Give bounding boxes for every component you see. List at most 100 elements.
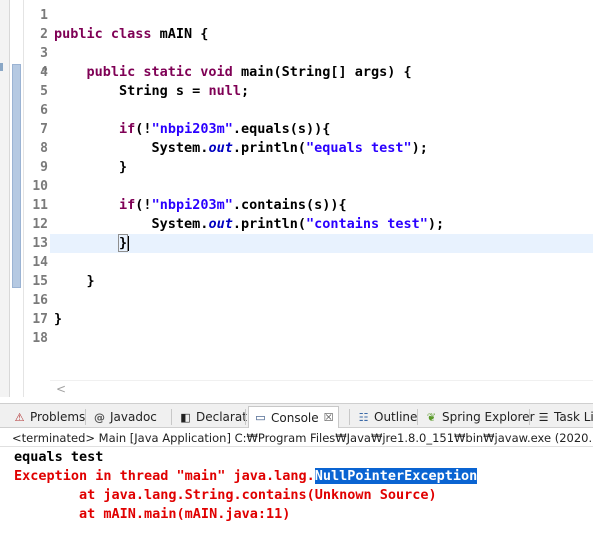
tab-label: Console xyxy=(271,410,319,425)
task-list-icon: ☰ xyxy=(538,410,549,424)
code-line[interactable]: } xyxy=(50,158,593,177)
tab-separator xyxy=(417,409,418,425)
line-number: 13 xyxy=(32,236,48,251)
line-number: 7 xyxy=(40,122,48,137)
code-line[interactable]: if(!"nbpi203m".equals(s)){ xyxy=(50,120,593,139)
code-token: public class xyxy=(54,26,160,42)
close-tab-icon[interactable]: ☒ xyxy=(324,411,334,424)
outline-icon: ☷ xyxy=(358,410,369,424)
line-number-gutter: 1 2 3 4 5 6 7 8 9 10 11 12 13 14 15 16 17 18 xyxy=(24,0,50,380)
code-token: } xyxy=(54,273,95,289)
console-icon: ▭ xyxy=(255,411,266,424)
line-number: 8 xyxy=(40,141,48,156)
tab-separator xyxy=(85,409,86,425)
console-status-header: <terminated> Main [Java Application] C:₩… xyxy=(0,429,593,447)
code-text-area[interactable]: public class mAIN { public static void m… xyxy=(50,0,593,380)
code-token: System. xyxy=(54,140,209,156)
code-token: if xyxy=(119,121,136,137)
problems-icon: ⚠ xyxy=(14,410,25,424)
code-token: main(String[] args) { xyxy=(240,64,412,80)
console-stdout-line: equals test xyxy=(14,449,104,465)
line-number: 10 xyxy=(32,179,48,194)
code-token: .println( xyxy=(232,216,306,232)
code-line[interactable]: } xyxy=(50,310,593,329)
tab-label: Outline xyxy=(374,410,418,424)
tab-outline[interactable]: ☷ Outline xyxy=(352,406,421,428)
current-code-line[interactable]: } xyxy=(50,234,593,253)
code-line[interactable] xyxy=(50,101,593,120)
code-line[interactable] xyxy=(50,329,593,348)
code-token: ); xyxy=(427,216,445,232)
stack-trace-line[interactable]: at java.lang.String.contains(Unknown Sou… xyxy=(14,486,437,505)
javadoc-icon: @ xyxy=(94,410,105,424)
code-token: "nbpi203m" xyxy=(151,197,233,213)
code-token: out xyxy=(208,140,233,156)
code-token: ; xyxy=(240,83,250,99)
tab-problems[interactable]: ⚠ Problems xyxy=(8,406,89,428)
scroll-left-arrow-icon[interactable]: < xyxy=(56,381,66,397)
line-number: 5 xyxy=(40,84,48,99)
code-line[interactable]: } xyxy=(50,272,593,291)
stack-trace-line[interactable]: at mAIN.main(mAIN.java:11) xyxy=(14,505,290,524)
exception-prefix: Exception in thread "main" java.lang. xyxy=(14,468,315,484)
code-token: } xyxy=(54,159,128,175)
tab-console[interactable]: ▭ Console ☒ xyxy=(248,406,339,428)
exception-type-selection[interactable]: NullPointerException xyxy=(314,468,478,484)
tab-task-lis[interactable]: ☰ Task Lis xyxy=(532,406,593,428)
fold-toggle-icon[interactable]: ⊖ xyxy=(42,66,47,75)
code-line[interactable]: if(!"nbpi203m".contains(s)){ xyxy=(50,196,593,215)
code-editor[interactable]: 1 2 3 4 5 6 7 8 9 10 11 12 13 14 15 16 17 18 ⊖ public cla… xyxy=(0,0,593,397)
console-exception-line: Exception in thread "main" java.lang.Nul… xyxy=(14,467,478,486)
code-line[interactable] xyxy=(50,6,593,25)
code-token: "equals test" xyxy=(305,140,412,156)
line-number: 3 xyxy=(40,46,48,61)
tab-javadoc[interactable]: @ Javadoc xyxy=(88,406,161,428)
code-token: .equals(s)){ xyxy=(232,121,331,137)
code-token: (! xyxy=(135,197,152,213)
line-number: 18 xyxy=(32,331,48,346)
editor-left-frame xyxy=(0,0,10,397)
line-number: 12 xyxy=(32,217,48,232)
tab-label: Javadoc xyxy=(110,410,157,424)
line-number: 16 xyxy=(32,293,48,308)
code-line[interactable] xyxy=(50,177,593,196)
code-line[interactable] xyxy=(50,291,593,310)
code-token: ); xyxy=(411,140,428,156)
code-token: } xyxy=(54,311,63,327)
declaration-icon: ◧ xyxy=(180,410,191,424)
code-line[interactable]: System.out.println("equals test"); xyxy=(50,139,593,158)
code-token: (! xyxy=(135,121,152,137)
code-line[interactable]: String s = null; xyxy=(50,82,593,101)
code-token: out xyxy=(208,216,233,232)
code-token: } xyxy=(118,234,129,252)
console-output[interactable]: equals test Exception in thread "main" j… xyxy=(0,448,593,541)
code-token: if xyxy=(119,197,136,213)
horizontal-scrollbar[interactable]: < xyxy=(50,380,593,397)
code-line[interactable]: public class mAIN { xyxy=(50,25,593,44)
tab-label: Spring Explorer xyxy=(442,410,535,424)
tab-separator xyxy=(529,409,530,425)
line-number: 9 xyxy=(40,160,48,175)
code-token: "contains test" xyxy=(305,216,428,232)
tab-separator xyxy=(349,409,350,425)
code-line[interactable] xyxy=(50,253,593,272)
line-number: 1 xyxy=(40,8,48,23)
tab-label: Problems xyxy=(30,410,86,424)
code-line[interactable]: public static void main(String[] args) { xyxy=(50,63,593,82)
code-line[interactable]: System.out.println("contains test"); xyxy=(50,215,593,234)
line-number: 2 xyxy=(40,27,48,42)
line-number: 17 xyxy=(32,312,48,327)
code-token: System. xyxy=(54,216,209,232)
code-token: "nbpi203m" xyxy=(151,121,233,137)
line-number: 14 xyxy=(32,255,48,270)
code-token: .contains(s)){ xyxy=(232,197,347,213)
tab-separator xyxy=(245,409,246,425)
code-token: public static void xyxy=(54,64,241,80)
line-number: 11 xyxy=(32,198,48,213)
code-line[interactable] xyxy=(50,44,593,63)
tab-spring-explorer[interactable]: ❦ Spring Explorer xyxy=(420,406,539,428)
tab-separator xyxy=(171,409,172,425)
